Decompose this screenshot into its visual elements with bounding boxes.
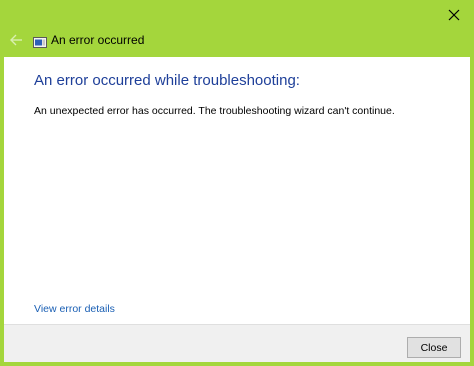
back-arrow-icon[interactable] (8, 32, 24, 48)
page-title: An error occurred while troubleshooting: (34, 72, 300, 89)
close-button[interactable]: Close (407, 337, 461, 358)
view-error-details-link[interactable]: View error details (34, 303, 115, 315)
troubleshooter-icon (33, 35, 47, 48)
content-panel: An error occurred while troubleshooting:… (4, 57, 470, 324)
title-bar[interactable] (0, 0, 474, 30)
dialog-window: An error occurred An error occurred whil… (0, 0, 474, 366)
window-title: An error occurred (51, 33, 145, 47)
wizard-header: An error occurred (0, 28, 474, 54)
close-icon[interactable] (440, 2, 468, 28)
error-message: An unexpected error has occurred. The tr… (34, 105, 395, 117)
button-bar: Close (4, 324, 470, 362)
